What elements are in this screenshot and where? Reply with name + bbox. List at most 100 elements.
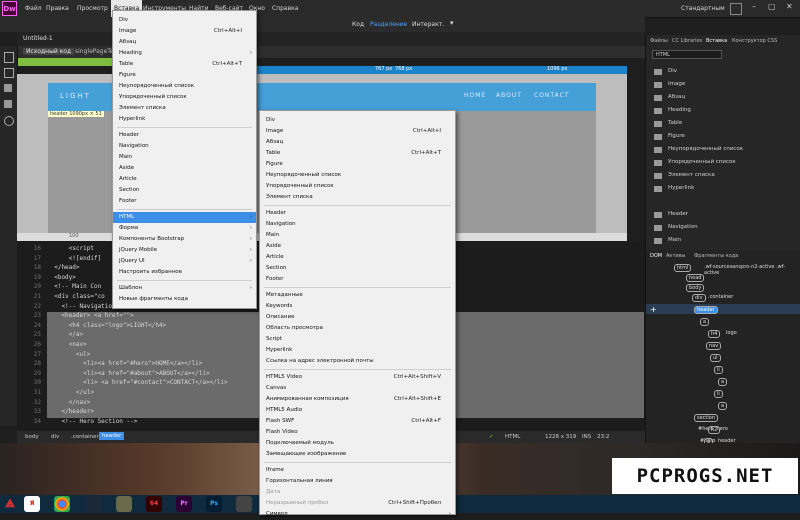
tab-cc-libraries[interactable]: CC Libraries — [672, 38, 702, 44]
dom-node[interactable]: h4 — [708, 330, 721, 338]
crumb-header[interactable]: header — [99, 432, 125, 440]
crumb-container[interactable]: .container — [71, 434, 99, 440]
insert-menu-item[interactable]: jQuery UI › — [113, 256, 256, 267]
insert-item[interactable]: Элемент списка — [668, 172, 715, 178]
nav-home[interactable]: HOME — [464, 92, 486, 99]
insert-menu-item[interactable]: Div — [113, 15, 256, 26]
live-view-button[interactable]: Интеракт. — [412, 21, 444, 28]
nav-about[interactable]: ABOUT — [496, 92, 522, 99]
dom-node[interactable]: head — [686, 274, 705, 282]
code-line[interactable]: <li><a href="#about">ABOUT</a></li> — [47, 370, 209, 377]
tab-css-designer[interactable]: Конструктор CSS — [732, 38, 777, 44]
game-icon[interactable] — [116, 496, 132, 512]
html-submenu-item[interactable]: Hyperlink — [260, 345, 455, 356]
html-submenu-item[interactable]: Упорядоченный список — [260, 181, 455, 192]
insert-item[interactable]: Heading — [668, 107, 691, 113]
nav-contact[interactable]: CONTACT — [534, 92, 569, 99]
dom-node[interactable]: html — [674, 264, 692, 272]
html-submenu-item[interactable]: Navigation — [260, 219, 455, 230]
insert-menu-item[interactable]: Figure — [113, 70, 256, 81]
sync-icon[interactable] — [730, 3, 742, 15]
tab-insert[interactable]: Вставка — [706, 38, 727, 44]
code-line[interactable]: <!-- Main Con — [47, 283, 101, 290]
html-submenu-item[interactable]: Header — [260, 208, 455, 219]
insert-menu-item[interactable]: Main — [113, 152, 256, 163]
insert-menu-item[interactable]: Форма › — [113, 223, 256, 234]
insert-item[interactable]: Div — [668, 68, 677, 74]
code-line[interactable]: </ul> — [47, 389, 94, 396]
html-submenu-item[interactable]: Main — [260, 230, 455, 241]
premiere-icon[interactable]: Pr — [176, 496, 192, 512]
insert-menu-item[interactable]: Шаблон › — [113, 283, 256, 294]
insert-item[interactable]: Абзац — [668, 94, 685, 100]
minimize-icon[interactable]: – — [752, 2, 756, 11]
source-code-tab[interactable]: Исходный код — [23, 48, 75, 55]
insert-item[interactable]: Main — [668, 237, 681, 243]
html-submenu-item[interactable]: HTML5 Audio — [260, 405, 455, 416]
dom-node[interactable]: .container — [706, 294, 735, 300]
maximize-icon[interactable]: ▢ — [768, 2, 776, 11]
tab-snippets[interactable]: Фрагменты кода — [694, 253, 738, 259]
html-submenu-item[interactable]: Footer — [260, 274, 455, 285]
html-submenu-item[interactable]: Table Ctrl+Alt+T — [260, 148, 455, 159]
insert-menu-item[interactable]: Header — [113, 130, 256, 141]
crumb-body[interactable]: body — [25, 434, 39, 440]
code-line[interactable]: <script — [47, 245, 94, 252]
add-icon[interactable]: + — [650, 305, 657, 314]
html-submenu-item[interactable]: Flash Video — [260, 427, 455, 438]
html-submenu-item[interactable]: Script — [260, 334, 455, 345]
html-submenu-item[interactable]: Flash SWF Ctrl+Alt+F — [260, 416, 455, 427]
target-icon[interactable] — [4, 116, 14, 126]
language-select[interactable]: HTML — [505, 434, 520, 440]
insert-menu-item[interactable]: Heading › — [113, 48, 256, 59]
apps-icon[interactable]: ⟁ — [2, 496, 18, 512]
insert-item[interactable]: Navigation — [668, 224, 698, 230]
html-submenu-item[interactable]: Символ › — [260, 509, 455, 520]
menu-file[interactable]: Файл — [22, 0, 45, 17]
chrome-icon[interactable] — [54, 496, 70, 512]
dom-node[interactable]: div — [692, 294, 706, 302]
breakpoint-bar[interactable]: 767 px 768 px 1096 px — [257, 66, 627, 74]
insert-menu-item[interactable]: Article — [113, 174, 256, 185]
code-line[interactable]: <div class="co — [47, 293, 105, 300]
code-line[interactable]: </head> — [47, 264, 79, 271]
code-line[interactable]: <li> <a href="#contact">CONTACT</a></li> — [47, 379, 228, 386]
tab-untitled[interactable]: Untitled-1 — [23, 35, 53, 42]
insert-menu-item[interactable]: Section — [113, 185, 256, 196]
insert-menu-item[interactable]: Navigation — [113, 141, 256, 152]
category-select[interactable]: HTML — [652, 50, 722, 59]
crumb-div[interactable]: div — [51, 434, 59, 440]
workspace-select[interactable]: Стандартным — [678, 0, 728, 17]
dom-node[interactable]: body — [686, 284, 705, 292]
insert-menu-item[interactable]: Упорядоченный список — [113, 92, 256, 103]
insert-menu-item[interactable]: Элемент списка — [113, 103, 256, 114]
html-submenu-item[interactable]: Метаданные — [260, 290, 455, 301]
dom-node[interactable]: nav — [706, 342, 722, 350]
yandex-browser-icon[interactable]: Я — [24, 496, 40, 512]
insert-item[interactable]: Hyperlink — [668, 185, 694, 191]
insert-item[interactable]: Header — [668, 211, 688, 217]
dom-node[interactable]: section — [694, 414, 719, 422]
code-line[interactable]: </a> — [47, 331, 83, 338]
dom-node[interactable]: a — [700, 318, 710, 326]
html-submenu-item[interactable]: Анимированная композиция Ctrl+Alt+Shift+E — [260, 394, 455, 405]
format-icon[interactable] — [4, 100, 12, 108]
split-view-button[interactable]: Разделение — [370, 21, 407, 28]
insert-menu-item[interactable]: Неупорядоченный список — [113, 81, 256, 92]
html-submenu-item[interactable]: Figure — [260, 159, 455, 170]
html-submenu-item[interactable]: Абзац — [260, 137, 455, 148]
dom-node[interactable]: h2 — [708, 426, 721, 434]
window-size[interactable]: 1228 x 319 — [545, 434, 576, 440]
html-submenu-item[interactable]: Canvas — [260, 383, 455, 394]
tab-files[interactable]: Файлы — [650, 38, 668, 44]
insert-menu-item[interactable]: Footer — [113, 196, 256, 207]
insert-menu-item[interactable]: jQuery Mobile › — [113, 245, 256, 256]
html-submenu-item[interactable]: Keywords — [260, 301, 455, 312]
insert-menu-item[interactable]: HTML › — [113, 212, 256, 223]
menu-view[interactable]: Просмотр — [74, 0, 111, 17]
tab-dom[interactable]: DOM — [650, 253, 662, 259]
dom-node[interactable]: header — [694, 306, 718, 314]
html-submenu-item[interactable]: Image Ctrl+Alt+I — [260, 126, 455, 137]
dom-node[interactable]: li — [714, 366, 723, 374]
html-submenu-item[interactable]: Область просмотра — [260, 323, 455, 334]
